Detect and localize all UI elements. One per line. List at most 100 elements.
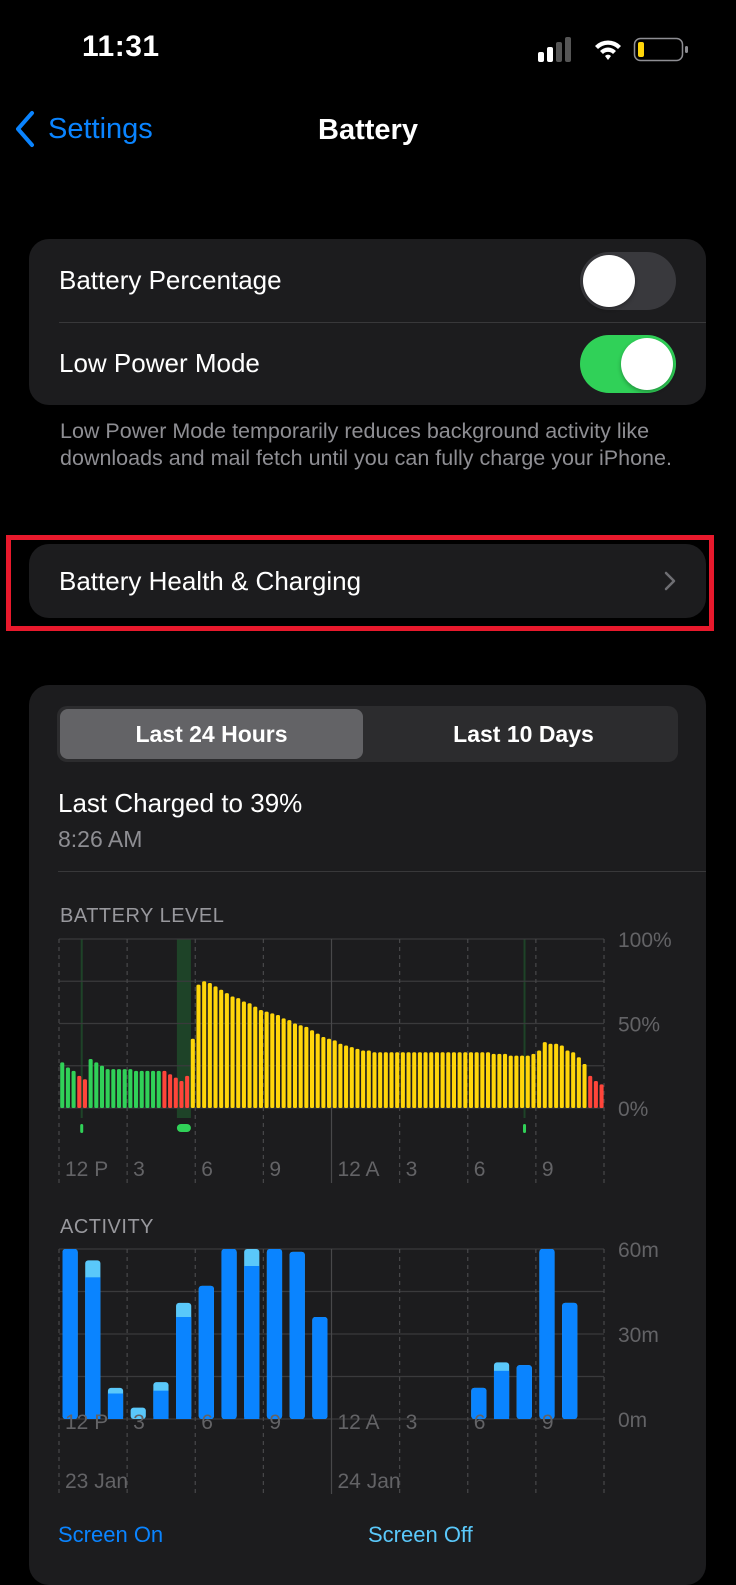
last-charged-title: Last Charged to 39%: [58, 788, 303, 818]
date-label: 23 Jan: [65, 1470, 128, 1493]
activity-chart: 60m 30m 0m 12 P 3 6 9 12 A 3 6 9 23 Jan 24 Jan: [58, 1239, 659, 1494]
legend-screen-off[interactable]: Screen Off: [368, 1522, 473, 1548]
last-charged-time: 8:26 AM: [58, 826, 143, 852]
battery-bar: [236, 998, 241, 1108]
x-tick-label: 3: [406, 1411, 418, 1434]
battery-bar: [508, 1055, 513, 1108]
battery-bar: [582, 1064, 587, 1108]
battery-bar: [497, 1053, 502, 1108]
battery-bar: [378, 1052, 383, 1108]
x-tick-label: 9: [542, 1158, 554, 1181]
x-tick-label: 9: [542, 1411, 554, 1434]
battery-bar: [156, 1070, 161, 1108]
activity-bar-screen-on: [562, 1302, 578, 1419]
battery-bar: [264, 1011, 269, 1108]
battery-bar: [474, 1052, 479, 1108]
page-title: Battery: [318, 114, 418, 146]
battery-bar: [525, 1055, 530, 1108]
battery-level-chart: 100% 50% 0% 12 P 3 6 9 12 A 3 6 9: [58, 929, 672, 1183]
battery-bar: [190, 1038, 195, 1108]
battery-bar: [559, 1045, 564, 1108]
battery-bar: [77, 1075, 82, 1108]
y-tick-label: 0m: [618, 1409, 647, 1432]
battery-bar: [554, 1043, 559, 1108]
battery-bar: [281, 1018, 286, 1108]
battery-bar: [491, 1053, 496, 1108]
y-tick-label: 60m: [618, 1239, 659, 1262]
battery-bar: [361, 1050, 366, 1108]
battery-bar: [71, 1070, 76, 1108]
x-tick-label: 12 P: [65, 1411, 108, 1434]
battery-bar: [134, 1070, 139, 1108]
x-tick-label: 12 A: [338, 1411, 380, 1434]
battery-bar: [406, 1052, 411, 1108]
battery-bar: [485, 1052, 491, 1108]
battery-bar: [531, 1053, 536, 1108]
battery-bar: [440, 1052, 445, 1108]
segment-last-24-hours[interactable]: Last 24 Hours: [60, 709, 363, 759]
battery-bar: [60, 1062, 65, 1108]
battery-bar: [213, 986, 218, 1108]
battery-bar: [389, 1052, 394, 1108]
battery-percentage-label: Battery Percentage: [59, 265, 282, 295]
x-tick-label: 3: [406, 1158, 418, 1181]
date-label: 24 Jan: [338, 1470, 401, 1493]
battery-bar: [304, 1026, 309, 1108]
battery-bar: [207, 982, 212, 1108]
battery-percentage-toggle[interactable]: [580, 252, 676, 310]
wifi-icon: [595, 40, 621, 60]
battery-bar: [230, 996, 235, 1108]
battery-percentage-row: Battery Percentage: [29, 239, 706, 322]
battery-bar: [344, 1045, 349, 1108]
y-tick-label: 100%: [618, 929, 672, 952]
battery-bar: [332, 1040, 337, 1108]
battery-bar: [468, 1052, 474, 1108]
battery-bar: [593, 1080, 598, 1108]
battery-bar: [366, 1050, 371, 1108]
battery-bar: [599, 1084, 604, 1108]
x-tick-label: 9: [269, 1411, 281, 1434]
x-tick-label: 6: [474, 1411, 486, 1434]
battery-bar: [185, 1075, 190, 1108]
battery-bar: [451, 1052, 456, 1108]
legend-screen-on[interactable]: Screen On: [58, 1522, 163, 1548]
activity-bar-screen-on: [516, 1365, 532, 1419]
battery-bar: [139, 1070, 144, 1108]
x-tick-label: 6: [474, 1158, 486, 1181]
battery-bar: [224, 993, 229, 1108]
battery-bar: [270, 1013, 275, 1108]
battery-bar: [173, 1077, 178, 1108]
activity-bar-screen-on: [312, 1317, 328, 1419]
battery-bar: [588, 1075, 593, 1108]
activity-bar-screen-on: [107, 1393, 124, 1419]
activity-bar-screen-on: [244, 1266, 260, 1419]
battery-bar: [457, 1052, 462, 1108]
battery-bar: [145, 1070, 150, 1108]
battery-bar: [219, 989, 224, 1108]
battery-bar: [355, 1048, 360, 1108]
battery-bar: [309, 1030, 315, 1108]
battery-bar: [400, 1052, 405, 1108]
activity-bar-screen-on: [289, 1251, 305, 1419]
segment-last-10-days[interactable]: Last 10 Days: [372, 709, 675, 759]
x-tick-label: 6: [201, 1158, 213, 1181]
activity-bar-screen-on: [539, 1249, 555, 1419]
battery-bar: [94, 1062, 99, 1108]
toggles-card: Battery Percentage Low Power Mode: [29, 239, 706, 405]
battery-bar: [446, 1052, 451, 1108]
battery-bar: [503, 1053, 508, 1108]
charging-marker: [523, 1124, 527, 1133]
battery-bar: [338, 1043, 343, 1108]
low-power-mode-toggle[interactable]: [580, 335, 676, 393]
battery-bar: [576, 1057, 581, 1108]
battery-bar: [65, 1067, 70, 1108]
low-power-mode-label: Low Power Mode: [59, 348, 260, 378]
battery-icon: [633, 37, 688, 62]
x-tick-label: 6: [201, 1411, 213, 1434]
battery-bar: [196, 984, 201, 1108]
battery-bar: [162, 1070, 167, 1108]
battery-bar: [247, 1003, 252, 1108]
status-icons: [538, 37, 688, 62]
battery-bar: [520, 1055, 525, 1108]
battery-bar: [349, 1047, 354, 1108]
